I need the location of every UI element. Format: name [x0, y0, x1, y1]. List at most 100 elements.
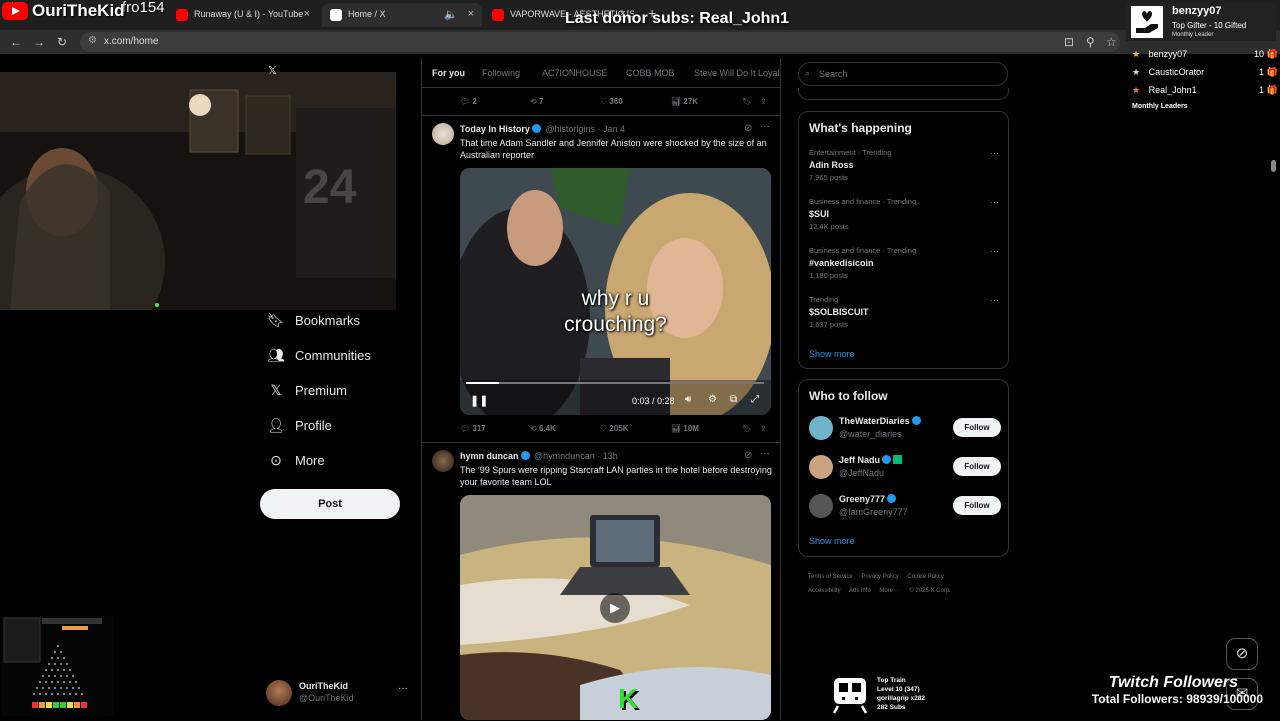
reload-icon[interactable]: ↻: [57, 35, 67, 49]
footer-link[interactable]: More ···: [879, 588, 900, 594]
more-dots-icon[interactable]: ···: [760, 448, 770, 459]
follow-button[interactable]: Follow: [953, 457, 1001, 476]
nav-bookmarks[interactable]: 🔖︎ Bookmarks: [266, 312, 360, 336]
tweet-handle[interactable]: @historigins: [545, 124, 595, 134]
site-info-icon[interactable]: ⚙: [88, 35, 97, 46]
grok-icon[interactable]: ⊘: [744, 450, 752, 461]
tab-list[interactable]: COBB MOB: [626, 68, 675, 78]
video-progress-track[interactable]: [466, 382, 764, 384]
follow-suggestion[interactable]: Jeff Nadu @JeffNadu Follow: [809, 454, 1001, 480]
avatar[interactable]: [432, 123, 454, 145]
more-dots-icon[interactable]: ···: [990, 295, 999, 305]
views-button[interactable]: 📊︎ 10M: [671, 424, 699, 433]
trend-name: $SOLBISCUIT: [809, 307, 869, 317]
suggestion-handle: @JeffNadu: [839, 468, 884, 478]
follow-button[interactable]: Follow: [953, 496, 1001, 515]
tab-for-you[interactable]: For you: [432, 68, 465, 78]
reply-button[interactable]: 💬︎ 2: [460, 97, 477, 106]
speaker-icon[interactable]: 🔈: [444, 8, 458, 21]
back-icon[interactable]: ←: [10, 35, 22, 49]
install-icon[interactable]: ⊡: [1064, 35, 1074, 49]
follow-suggestion[interactable]: TheWaterDiaries @water_diaries Follow: [809, 415, 1001, 441]
account-switcher[interactable]: OuriTheKid @OuriTheKid ···: [266, 679, 416, 707]
footer-link[interactable]: Terms of Service: [808, 574, 853, 580]
repost-button[interactable]: ⟲ 7: [530, 97, 543, 106]
repost-button[interactable]: ⟲ 6.4K: [530, 424, 556, 433]
search-input[interactable]: ⌕ Search: [798, 62, 1008, 86]
verified-badge-icon: [531, 124, 541, 133]
follow-suggestion[interactable]: Greeny777 @IamGreeny777 Follow: [809, 493, 1001, 519]
trend-category: Business and finance · Trending: [809, 197, 917, 206]
tab-list[interactable]: AC7IONHOUSE: [542, 68, 608, 78]
star-icon: ★: [1132, 49, 1141, 59]
video-caption: why r u crouching?: [564, 287, 667, 336]
tweet-time[interactable]: Jan 4: [603, 124, 625, 134]
plinko-widget: [2, 616, 114, 716]
pip-icon[interactable]: ⧉: [730, 394, 737, 405]
tweet-author[interactable]: Today In History: [460, 124, 530, 134]
volume-icon[interactable]: 🔊︎: [685, 394, 691, 405]
like-button[interactable]: ♡ 205K: [600, 424, 629, 433]
settings-icon[interactable]: ⚙: [708, 394, 717, 405]
x-home-logo-icon[interactable]: 𝕏: [268, 64, 277, 77]
show-more-link[interactable]: Show more: [809, 536, 855, 546]
trend-item[interactable]: Business and finance · Trending $SUI 12.…: [809, 197, 999, 231]
footer-link[interactable]: Accessibility: [808, 588, 841, 594]
show-more-link[interactable]: Show more: [809, 349, 855, 359]
share-icon[interactable]: ⇪: [760, 97, 767, 106]
browser-tab[interactable]: Runaway (U & I) - YouTube ×: [168, 3, 318, 27]
footer-link[interactable]: Privacy Policy: [861, 574, 898, 580]
repost-count: 6.4K: [538, 424, 556, 433]
tweet-handle[interactable]: @hymnduncan: [534, 451, 595, 461]
page-scrollbar[interactable]: [1271, 160, 1276, 172]
more-dots-icon[interactable]: ···: [398, 683, 408, 694]
trend-item[interactable]: Entertainment · Trending Adin Ross 7,965…: [809, 148, 999, 182]
close-tab-icon[interactable]: ×: [304, 8, 310, 20]
more-dots-icon[interactable]: ···: [990, 148, 999, 158]
nav-more[interactable]: ⊙ More: [266, 452, 325, 476]
video-time: 0:03 / 0:28: [632, 396, 675, 406]
post-button[interactable]: Post: [260, 489, 400, 519]
url-bar[interactable]: ⚙ x.com/home: [80, 32, 1120, 52]
close-tab-icon[interactable]: ×: [468, 8, 474, 20]
gifter-leaderboard: benzyy07 Top Gifter - 10 Gifted Monthly …: [1122, 0, 1280, 118]
more-dots-icon[interactable]: ···: [990, 246, 999, 256]
tweet-video[interactable]: why r u crouching? ❚❚ 0:03 / 0:28 🔊︎ ⚙ ⧉…: [460, 168, 771, 415]
bookmark-star-icon[interactable]: ☆: [1106, 35, 1117, 49]
forward-icon[interactable]: →: [33, 35, 45, 49]
share-icon[interactable]: ⇪: [760, 424, 767, 433]
last-donor-banner: Last donor subs: Real_John1: [565, 10, 790, 27]
tweet-author[interactable]: hymn duncan: [460, 451, 519, 461]
grok-icon[interactable]: ⊘: [744, 123, 752, 134]
trend-category: Trending: [809, 295, 839, 304]
more-dots-icon[interactable]: ···: [760, 121, 770, 132]
bookmark-icon[interactable]: 🔖︎: [742, 97, 752, 106]
reply-button[interactable]: 💬︎ 317: [460, 424, 486, 433]
fullscreen-icon[interactable]: ⤢: [751, 394, 759, 405]
views-button[interactable]: 📊︎ 27K: [671, 97, 698, 106]
nav-communities[interactable]: 👥︎ Communities: [266, 347, 371, 371]
like-button[interactable]: ♡ 360: [600, 97, 623, 106]
twitch-followers-title: Twitch Followers: [1108, 674, 1238, 691]
tab-following[interactable]: Following: [482, 68, 520, 78]
trend-item[interactable]: Trending $SOLBISCUIT 1,637 posts ···: [809, 295, 999, 329]
tab-list[interactable]: Steve Will Do It Loyal: [694, 68, 780, 78]
nav-premium[interactable]: 𝕏 Premium: [266, 382, 347, 406]
avatar[interactable]: [432, 450, 454, 472]
grok-button-icon[interactable]: ⊘: [1226, 638, 1258, 670]
pause-icon[interactable]: ❚❚: [470, 394, 488, 407]
trend-item[interactable]: Business and finance · Trending #vankedi…: [809, 246, 999, 280]
tweet-time[interactable]: 13h: [603, 451, 618, 461]
trend-count: 1,637 posts: [809, 320, 848, 329]
more-dots-icon[interactable]: ···: [990, 197, 999, 207]
footer-link[interactable]: Cookie Policy: [907, 574, 943, 580]
footer-link[interactable]: Ads info: [849, 588, 871, 594]
trend-name: Adin Ross: [809, 160, 854, 170]
bookmark-icon[interactable]: 🔖︎: [742, 424, 752, 433]
tweet-video[interactable]: ▶ K: [460, 495, 771, 720]
nav-profile[interactable]: 👤︎ Profile: [266, 417, 332, 441]
play-icon[interactable]: ▶: [600, 593, 630, 623]
follow-button[interactable]: Follow: [953, 418, 1001, 437]
zoom-icon[interactable]: ⚲: [1086, 35, 1095, 49]
browser-tab-active[interactable]: Home / X 🔈 ×: [322, 3, 482, 27]
